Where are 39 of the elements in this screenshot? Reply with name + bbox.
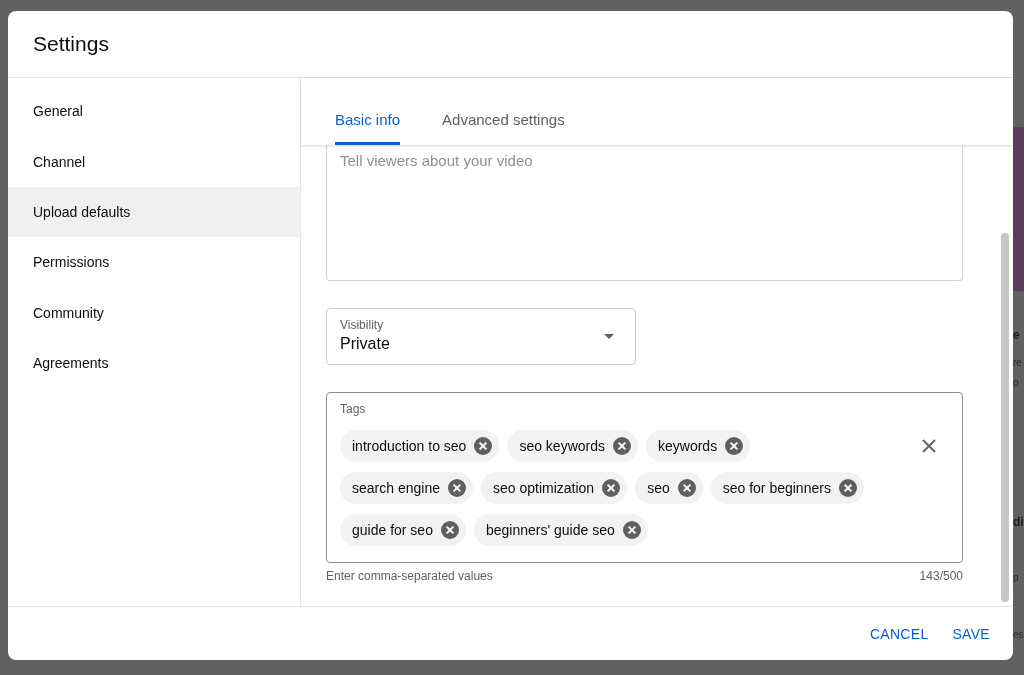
tag-chip[interactable]: introduction to seo bbox=[340, 430, 500, 462]
dialog-title: Settings bbox=[33, 31, 109, 57]
x-circle-icon[interactable] bbox=[447, 479, 466, 497]
background-text: e bbox=[1013, 327, 1020, 344]
x-circle-icon[interactable] bbox=[677, 479, 696, 497]
scrollbar-thumb[interactable] bbox=[1001, 233, 1009, 602]
x-circle-icon[interactable] bbox=[440, 521, 459, 539]
sidebar-item[interactable]: Community bbox=[8, 287, 300, 338]
sidebar-item[interactable]: Permissions bbox=[8, 237, 300, 288]
tags-field[interactable]: Tags introduction to seo seo keywords keywords search engine seo optimization seo seo for beginners guide for seo beginners' guide seo bbox=[326, 392, 963, 563]
sidebar-item[interactable]: General bbox=[8, 86, 300, 137]
x-circle-icon[interactable] bbox=[474, 437, 493, 455]
visibility-dropdown[interactable]: Visibility Private bbox=[326, 308, 636, 365]
tab[interactable]: Advanced settings bbox=[442, 78, 565, 145]
tag-chip[interactable]: seo optimization bbox=[480, 472, 628, 504]
x-circle-icon[interactable] bbox=[838, 479, 857, 497]
tag-chip[interactable]: seo keywords bbox=[507, 430, 638, 462]
tag-chip[interactable]: search engine bbox=[340, 472, 473, 504]
tags-label: Tags bbox=[340, 401, 366, 417]
cancel-button[interactable]: CANCEL bbox=[857, 615, 941, 652]
character-counter: 143/500 bbox=[919, 568, 963, 584]
x-circle-icon[interactable] bbox=[622, 521, 641, 539]
tab[interactable]: Basic info bbox=[335, 78, 401, 145]
tag-chip[interactable]: beginners' guide seo bbox=[473, 514, 648, 546]
sidebar-item[interactable]: Agreements bbox=[8, 337, 300, 389]
tag-chip[interactable]: seo for beginners bbox=[710, 472, 864, 504]
background-text: di bbox=[1013, 514, 1024, 531]
sidebar-item[interactable]: Channel bbox=[8, 136, 300, 187]
close-icon[interactable] bbox=[922, 439, 936, 453]
caret-icon bbox=[604, 334, 614, 339]
x-circle-icon[interactable] bbox=[725, 437, 744, 455]
helper-text: Enter comma-separated values bbox=[326, 568, 493, 584]
x-circle-icon[interactable] bbox=[613, 437, 631, 455]
sidebar-item[interactable]: Upload defaults bbox=[8, 186, 300, 238]
tag-chip[interactable]: guide for seo bbox=[340, 514, 466, 546]
x-circle-icon[interactable] bbox=[602, 479, 621, 497]
tag-chip[interactable]: keywords bbox=[646, 430, 751, 462]
save-button[interactable]: SAVE bbox=[940, 615, 1002, 652]
tag-chip[interactable]: seo bbox=[635, 472, 703, 504]
